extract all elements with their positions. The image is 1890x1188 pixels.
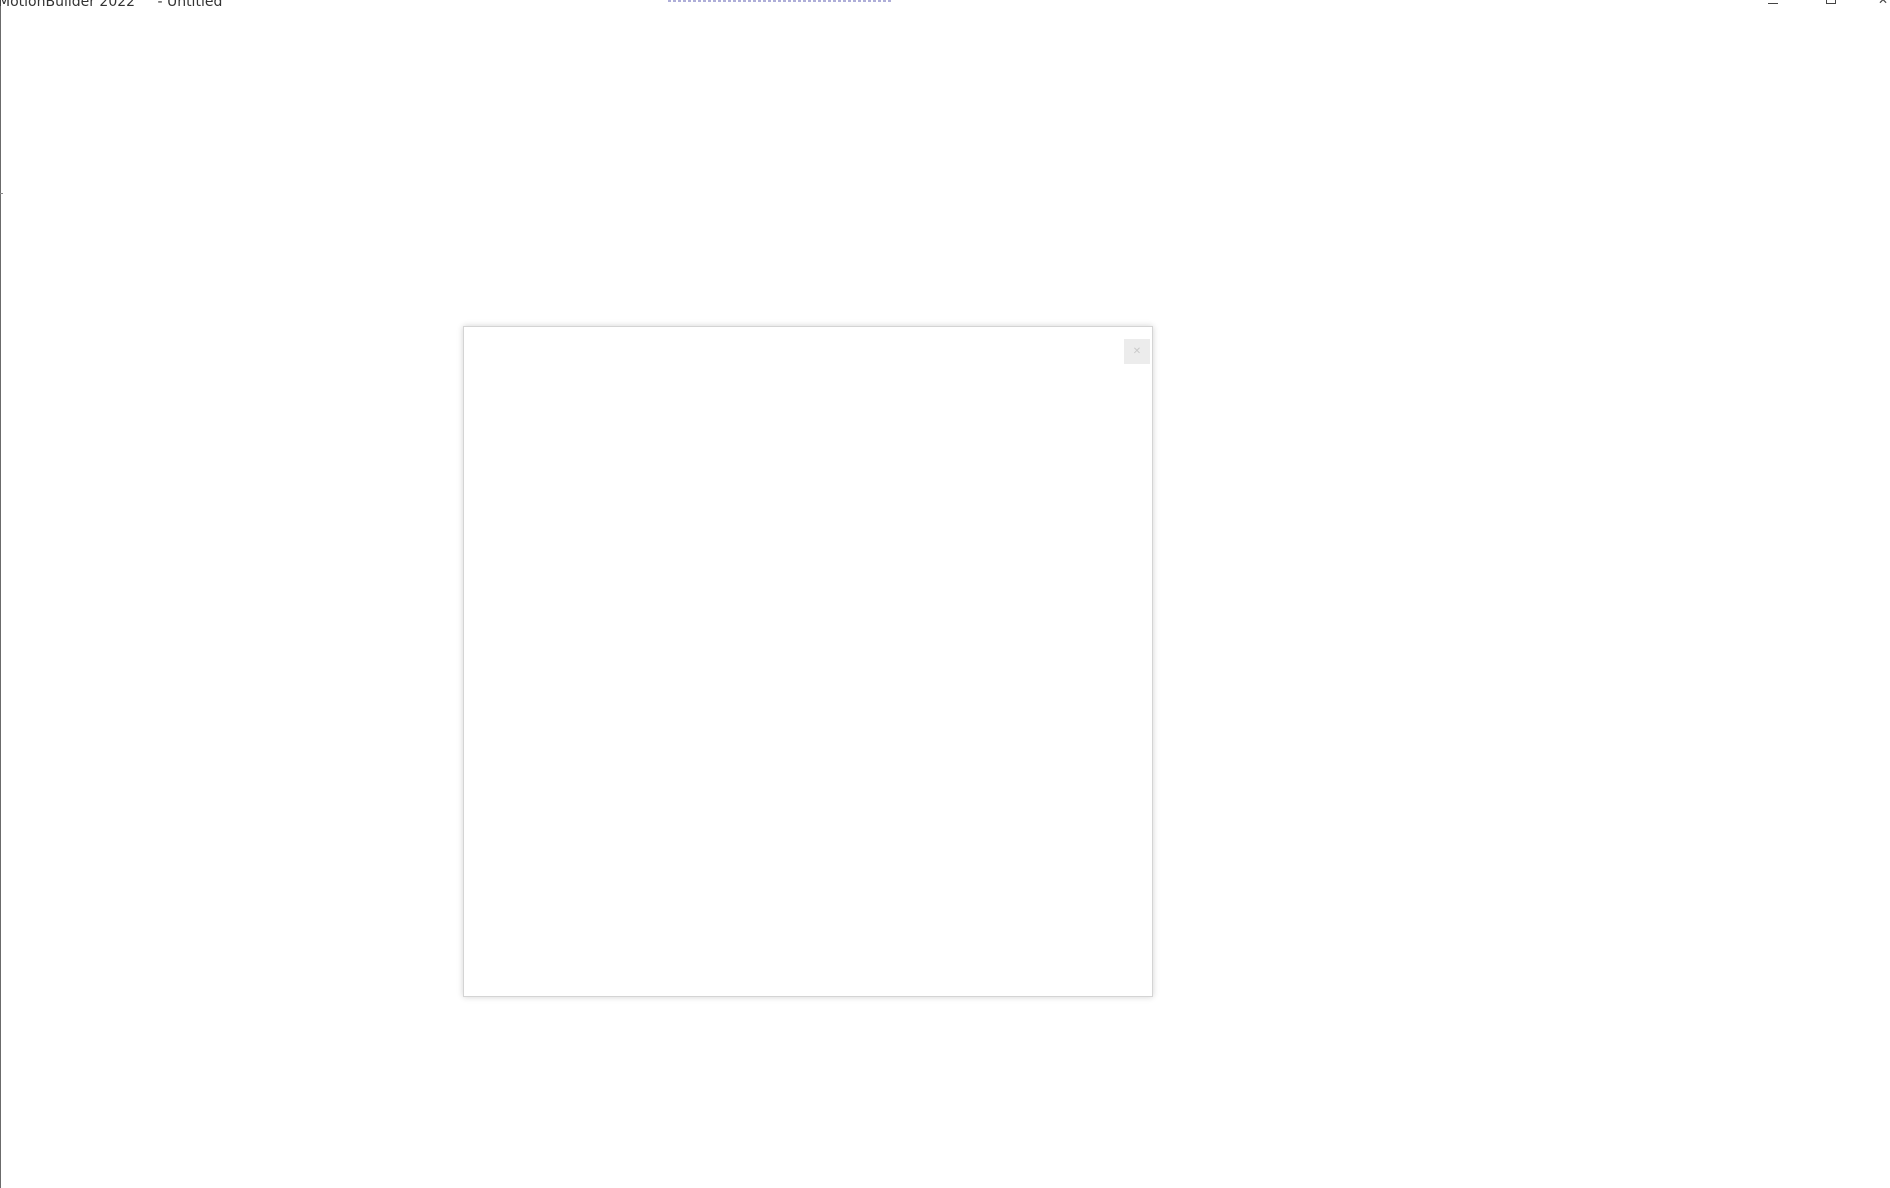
menu-link-fragment[interactable] [668, 0, 892, 2]
restore-icon [1826, 0, 1836, 4]
minimize-icon [1768, 0, 1778, 4]
dialog-close-button[interactable]: ✕ [1124, 339, 1150, 364]
window-left-border [0, 0, 1, 1188]
title-bar[interactable]: MotionBuilder 2022 - Untitled ✕ [0, 0, 1890, 14]
window-close-button[interactable]: ✕ [1870, 0, 1890, 10]
dialog-panel: ✕ [463, 326, 1153, 997]
close-icon: ✕ [1878, 0, 1889, 7]
document-title: - Untitled [153, 0, 223, 10]
app-title: MotionBuilder 2022 [0, 0, 136, 10]
close-icon: ✕ [1132, 346, 1142, 357]
minimize-button[interactable] [1760, 0, 1790, 10]
restore-button[interactable] [1818, 0, 1848, 10]
app-window: MotionBuilder 2022 - Untitled ✕ ✕ [0, 0, 1890, 1188]
resize-handle[interactable] [0, 193, 3, 194]
